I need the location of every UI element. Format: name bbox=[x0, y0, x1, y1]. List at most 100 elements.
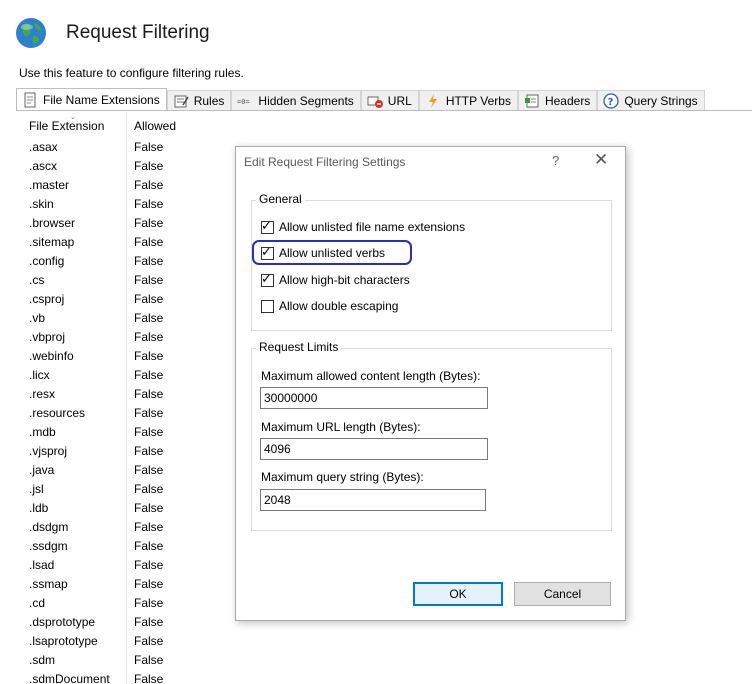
content-length-input[interactable]: 30000000 bbox=[260, 387, 488, 409]
list-item[interactable]: .licx False bbox=[22, 366, 188, 385]
list-item[interactable]: .sdm False bbox=[22, 651, 188, 670]
allowed-cell: False bbox=[134, 520, 164, 534]
file-extension-cell: .cs bbox=[29, 273, 45, 287]
list-item[interactable]: .lsaprototype False bbox=[22, 632, 188, 651]
list-item[interactable]: .ssmap False bbox=[22, 575, 188, 594]
file-extension-cell: .master bbox=[29, 178, 70, 192]
file-extension-cell: .lsad bbox=[29, 558, 55, 572]
tab-headers[interactable]: Headers bbox=[517, 90, 598, 110]
tab-hidden-segments[interactable]: =0= Hidden Segments bbox=[231, 90, 361, 110]
option-label[interactable]: Allow high-bit characters bbox=[279, 273, 410, 287]
list-item[interactable]: .sitemap False bbox=[22, 233, 188, 252]
list-item[interactable]: .cs False bbox=[22, 271, 188, 290]
help-button[interactable]: ? bbox=[552, 153, 559, 168]
column-header-file-extension[interactable]: File Extension bbox=[29, 119, 104, 133]
file-extension-cell: .ssmap bbox=[29, 577, 68, 591]
list-item[interactable]: .dsdgm False bbox=[22, 518, 188, 537]
list-item[interactable]: .vbproj False bbox=[22, 328, 188, 347]
question-icon: ? bbox=[603, 92, 619, 109]
file-extension-list[interactable]: ⌄ File Extension Allowed .asax False .ascx… bbox=[22, 112, 188, 684]
cancel-button[interactable]: Cancel bbox=[514, 582, 611, 606]
allowed-cell: False bbox=[134, 444, 164, 458]
list-item[interactable]: .webinfo False bbox=[22, 347, 188, 366]
option-checkbox[interactable]: ✓ bbox=[261, 271, 274, 287]
list-item[interactable]: .sdmDocument False bbox=[22, 670, 188, 684]
content-length-label: Maximum allowed content length (Bytes): bbox=[261, 369, 481, 383]
tab-file-name-extensions[interactable]: File Name Extensions bbox=[16, 88, 167, 110]
general-group-label: General bbox=[256, 192, 305, 206]
tab-url[interactable]: URL bbox=[360, 90, 419, 110]
list-item[interactable]: .lsad False bbox=[22, 556, 188, 575]
file-extension-cell: .sdm bbox=[29, 653, 56, 667]
list-item[interactable]: .csproj False bbox=[22, 290, 188, 309]
file-extension-cell: .asax bbox=[29, 140, 58, 154]
page-title: Request Filtering bbox=[66, 22, 210, 43]
file-extension-cell: .csproj bbox=[29, 292, 65, 306]
file-extension-cell: .cd bbox=[29, 596, 46, 610]
globe-icon bbox=[16, 18, 46, 48]
tab-rules[interactable]: Rules bbox=[166, 90, 232, 110]
option-label[interactable]: Allow double escaping bbox=[279, 299, 398, 313]
tab-label: Headers bbox=[544, 93, 591, 108]
file-extension-cell: .dsdgm bbox=[29, 520, 69, 534]
file-extension-cell: .mdb bbox=[29, 425, 56, 439]
url-length-input[interactable]: 4096 bbox=[260, 438, 488, 460]
allowed-cell: False bbox=[134, 292, 164, 306]
list-item[interactable]: .mdb False bbox=[22, 423, 188, 442]
file-extension-cell: .licx bbox=[29, 368, 50, 382]
allowed-cell: False bbox=[134, 463, 164, 477]
list-item[interactable]: .master False bbox=[22, 176, 188, 195]
close-button[interactable]: ✕ bbox=[594, 150, 608, 170]
tab-label: URL bbox=[387, 93, 412, 108]
list-item[interactable]: .ascx False bbox=[22, 157, 188, 176]
list-item[interactable]: .jsl False bbox=[22, 480, 188, 499]
tab-label: HTTP Verbs bbox=[445, 93, 511, 108]
tab-query-strings[interactable]: ? Query Strings bbox=[597, 90, 705, 110]
list-item[interactable]: .resources False bbox=[22, 404, 188, 423]
list-item[interactable]: .java False bbox=[22, 461, 188, 480]
dialog-title: Edit Request Filtering Settings bbox=[244, 155, 406, 169]
option-checkbox[interactable] bbox=[261, 300, 274, 313]
query-string-input[interactable]: 2048 bbox=[260, 489, 486, 511]
list-item[interactable]: .asax False bbox=[22, 138, 188, 157]
list-item[interactable]: .dsprototype False bbox=[22, 613, 188, 632]
tab-http-verbs[interactable]: HTTP Verbs bbox=[418, 90, 518, 110]
hidden-segments-icon: =0= bbox=[237, 93, 253, 109]
ok-button[interactable]: OK bbox=[413, 582, 503, 606]
list-item[interactable]: .ssdgm False bbox=[22, 537, 188, 556]
allowed-cell: False bbox=[134, 387, 164, 401]
svg-text:=0=: =0= bbox=[237, 98, 250, 106]
file-extension-cell: .lsaprototype bbox=[29, 634, 98, 648]
headers-icon bbox=[524, 93, 540, 109]
annotation-highlight bbox=[252, 240, 412, 265]
tab-label: Rules bbox=[193, 93, 225, 108]
list-item[interactable]: .resx False bbox=[22, 385, 188, 404]
list-item[interactable]: .browser False bbox=[22, 214, 188, 233]
document-icon bbox=[22, 92, 38, 108]
list-item[interactable]: .vjsproj False bbox=[22, 442, 188, 461]
option-label[interactable]: Allow unlisted file name extensions bbox=[279, 220, 465, 234]
list-item[interactable]: .vb False bbox=[22, 309, 188, 328]
allowed-cell: False bbox=[134, 558, 164, 572]
list-item[interactable]: .ldb False bbox=[22, 499, 188, 518]
allowed-cell: False bbox=[134, 140, 164, 154]
tab-divider bbox=[16, 110, 752, 111]
file-extension-cell: .ascx bbox=[29, 159, 58, 173]
file-extension-cell: .dsprototype bbox=[29, 615, 96, 629]
file-extension-cell: .sdmDocument bbox=[29, 672, 110, 684]
allowed-cell: False bbox=[134, 235, 164, 249]
option-checkbox[interactable]: ✓ bbox=[261, 218, 274, 234]
url-icon bbox=[367, 93, 383, 109]
list-item[interactable]: .cd False bbox=[22, 594, 188, 613]
list-item[interactable]: .skin False bbox=[22, 195, 188, 214]
file-extension-cell: .jsl bbox=[29, 482, 44, 496]
allowed-cell: False bbox=[134, 482, 164, 496]
rules-icon bbox=[173, 93, 189, 109]
column-header-allowed[interactable]: Allowed bbox=[134, 119, 176, 133]
file-extension-cell: .vjsproj bbox=[29, 444, 68, 458]
allowed-cell: False bbox=[134, 311, 164, 325]
list-item[interactable]: .config False bbox=[22, 252, 188, 271]
allowed-cell: False bbox=[134, 159, 164, 173]
file-extension-cell: .vbproj bbox=[29, 330, 66, 344]
allowed-cell: False bbox=[134, 349, 164, 363]
